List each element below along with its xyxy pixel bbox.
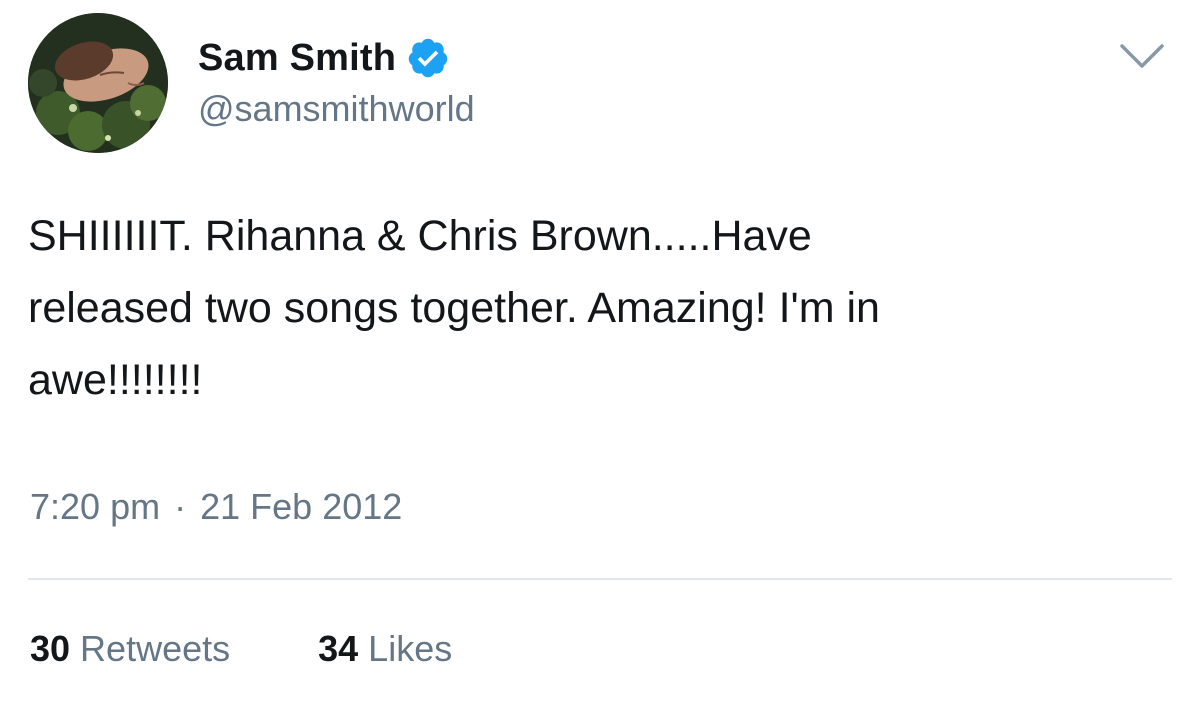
- tweet-timestamp[interactable]: 7:20 pm · 21 Feb 2012: [30, 486, 402, 528]
- chevron-down-icon[interactable]: [1118, 38, 1166, 74]
- retweets-label: Retweets: [80, 628, 231, 669]
- tweet-time: 7:20 pm: [30, 486, 161, 527]
- retweets-count: 30: [30, 628, 71, 669]
- divider: [28, 578, 1172, 580]
- likes-count: 34: [318, 628, 359, 669]
- likes-label: Likes: [368, 628, 453, 669]
- tweet-text: SHIIIIIIT. Rihanna & Chris Brown.....Hav…: [28, 212, 880, 404]
- retweets-stat[interactable]: 30 Retweets: [30, 628, 230, 670]
- author-name-row: Sam Smith: [198, 30, 450, 86]
- user-handle[interactable]: @samsmithworld: [198, 88, 475, 130]
- avatar[interactable]: [28, 13, 168, 153]
- verified-badge-icon: [406, 36, 450, 80]
- likes-stat[interactable]: 34 Likes: [318, 628, 452, 670]
- display-name[interactable]: Sam Smith: [198, 37, 396, 80]
- tweet-stats: 30 Retweets 34 Likes: [30, 628, 452, 670]
- avatar-image: [28, 13, 168, 153]
- tweet-card: Sam Smith @samsmithworld SHIIIIIIT. Riha…: [0, 0, 1200, 709]
- tweet-date: 21 Feb 2012: [200, 486, 403, 527]
- meta-separator: ·: [174, 486, 187, 527]
